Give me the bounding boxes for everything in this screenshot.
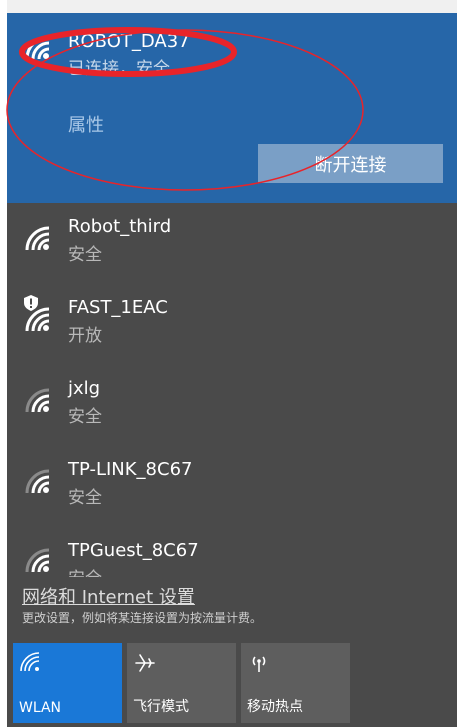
network-name: TPGuest_8C67 — [68, 540, 199, 561]
network-item-tp-link[interactable]: TP-LINK_8C67 安全 — [7, 446, 457, 527]
top-strip — [7, 0, 457, 13]
wifi-icon — [25, 35, 50, 60]
disconnect-button[interactable]: 断开连接 — [258, 144, 443, 183]
network-flyout: ROBOT_DA37 已连接，安全 属性 断开连接 Robot_third 安全… — [7, 0, 457, 727]
wifi-icon — [25, 388, 50, 413]
network-item-fast-1eac[interactable]: FAST_1EAC 开放 — [7, 284, 457, 365]
airplane-mode-tile[interactable]: 飞行模式 — [127, 643, 236, 723]
network-name: TP-LINK_8C67 — [68, 459, 193, 480]
wifi-icon — [25, 548, 50, 573]
wifi-icon — [20, 652, 40, 672]
network-settings-description: 更改设置，例如将某连接设置为按流量计费。 — [22, 611, 263, 625]
hotspot-icon — [252, 656, 266, 672]
wlan-tile-label: WLAN — [19, 700, 62, 716]
network-name: Robot_third — [68, 216, 172, 237]
connected-network-status: 已连接，安全 — [68, 59, 170, 79]
network-name: FAST_1EAC — [68, 297, 168, 318]
network-item-tpguest[interactable]: TPGuest_8C67 安全 — [7, 527, 457, 577]
network-name: jxlg — [68, 378, 101, 399]
network-status: 安全 — [68, 245, 102, 265]
network-status: 开放 — [68, 326, 102, 346]
network-status: 安全 — [68, 564, 102, 577]
network-status: 安全 — [68, 488, 102, 508]
properties-link[interactable]: 属性 — [68, 111, 104, 137]
network-settings-link[interactable]: 网络和 Internet 设置 — [22, 583, 195, 609]
connected-network-name: ROBOT_DA37 — [68, 31, 190, 52]
wlan-toggle-tile[interactable]: WLAN — [13, 643, 122, 723]
airplane-tile-label: 飞行模式 — [133, 699, 189, 715]
hotspot-tile-label: 移动热点 — [247, 699, 303, 715]
network-item-robot-third[interactable]: Robot_third 安全 — [7, 203, 457, 284]
wifi-icon — [25, 226, 50, 251]
shield-warning-icon — [24, 295, 38, 311]
connected-network-panel[interactable]: ROBOT_DA37 已连接，安全 属性 断开连接 — [7, 13, 457, 203]
network-item-jxlg[interactable]: jxlg 安全 — [7, 365, 457, 446]
airplane-icon — [135, 654, 155, 672]
mobile-hotspot-tile[interactable]: 移动热点 — [241, 643, 350, 723]
network-status: 安全 — [68, 407, 102, 427]
wifi-icon — [25, 469, 50, 494]
